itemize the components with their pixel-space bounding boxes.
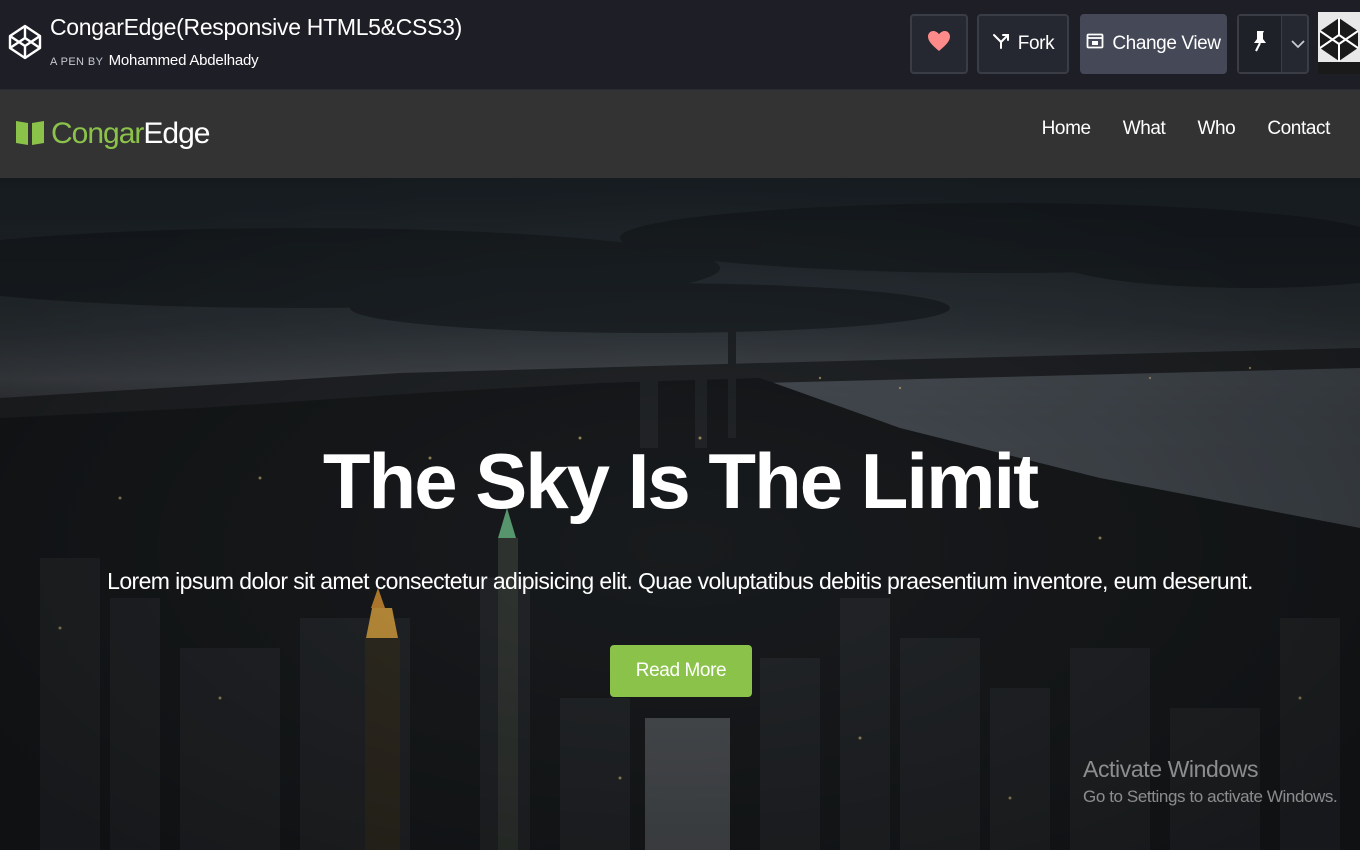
byline-prefix: A PEN BY	[50, 56, 104, 68]
brand-name-white: Edge	[143, 117, 210, 150]
nav-home[interactable]: Home	[1042, 118, 1091, 148]
book-icon	[15, 117, 45, 152]
pin-toggle[interactable]	[1239, 16, 1282, 72]
love-button[interactable]	[910, 14, 968, 74]
fork-button[interactable]: Fork	[977, 14, 1069, 74]
chevron-down-icon	[1291, 33, 1306, 55]
pen-byline: A PEN BY Mohammed Abdelhady	[50, 52, 259, 69]
watermark-title: Activate Windows	[1083, 756, 1259, 782]
brand-name-green: Congar	[51, 117, 144, 150]
heart-icon	[927, 30, 951, 58]
nav-links: Home What Who Contact	[1042, 118, 1331, 148]
user-avatar[interactable]	[1318, 12, 1360, 74]
pin-icon	[1251, 30, 1269, 58]
change-view-label: Change View	[1112, 33, 1221, 54]
hero-title: The Sky Is The Limit	[322, 437, 1039, 525]
hero-subtitle: Lorem ipsum dolor sit amet consectetur a…	[107, 568, 1253, 594]
pin-button[interactable]	[1237, 14, 1309, 74]
pen-title[interactable]: CongarEdge(Responsive HTML5&CSS3)	[50, 14, 462, 41]
pin-menu-toggle[interactable]	[1290, 33, 1307, 55]
windows-activation-watermark: Activate Windows Go to Settings to activ…	[1083, 756, 1338, 807]
watermark-subtitle: Go to Settings to activate Windows.	[1083, 787, 1338, 806]
nav-what[interactable]: What	[1123, 118, 1166, 148]
change-view-button[interactable]: Change View	[1080, 14, 1227, 74]
brand-name: CongarEdge	[51, 117, 210, 151]
codepen-logo-icon[interactable]	[8, 22, 42, 62]
change-view-icon	[1086, 33, 1104, 55]
nav-contact[interactable]: Contact	[1267, 118, 1330, 148]
read-more-button[interactable]: Read More	[610, 645, 752, 697]
hero-section: The Sky Is The Limit Lorem ipsum dolor s…	[0, 178, 1360, 850]
codepen-header: CongarEdge(Responsive HTML5&CSS3) A PEN …	[0, 0, 1360, 90]
fork-icon	[992, 32, 1010, 56]
nav-who[interactable]: Who	[1197, 118, 1235, 148]
fork-label: Fork	[1017, 33, 1055, 54]
site-logo[interactable]: CongarEdge	[15, 114, 210, 154]
author-link[interactable]: Mohammed Abdelhady	[109, 52, 259, 69]
